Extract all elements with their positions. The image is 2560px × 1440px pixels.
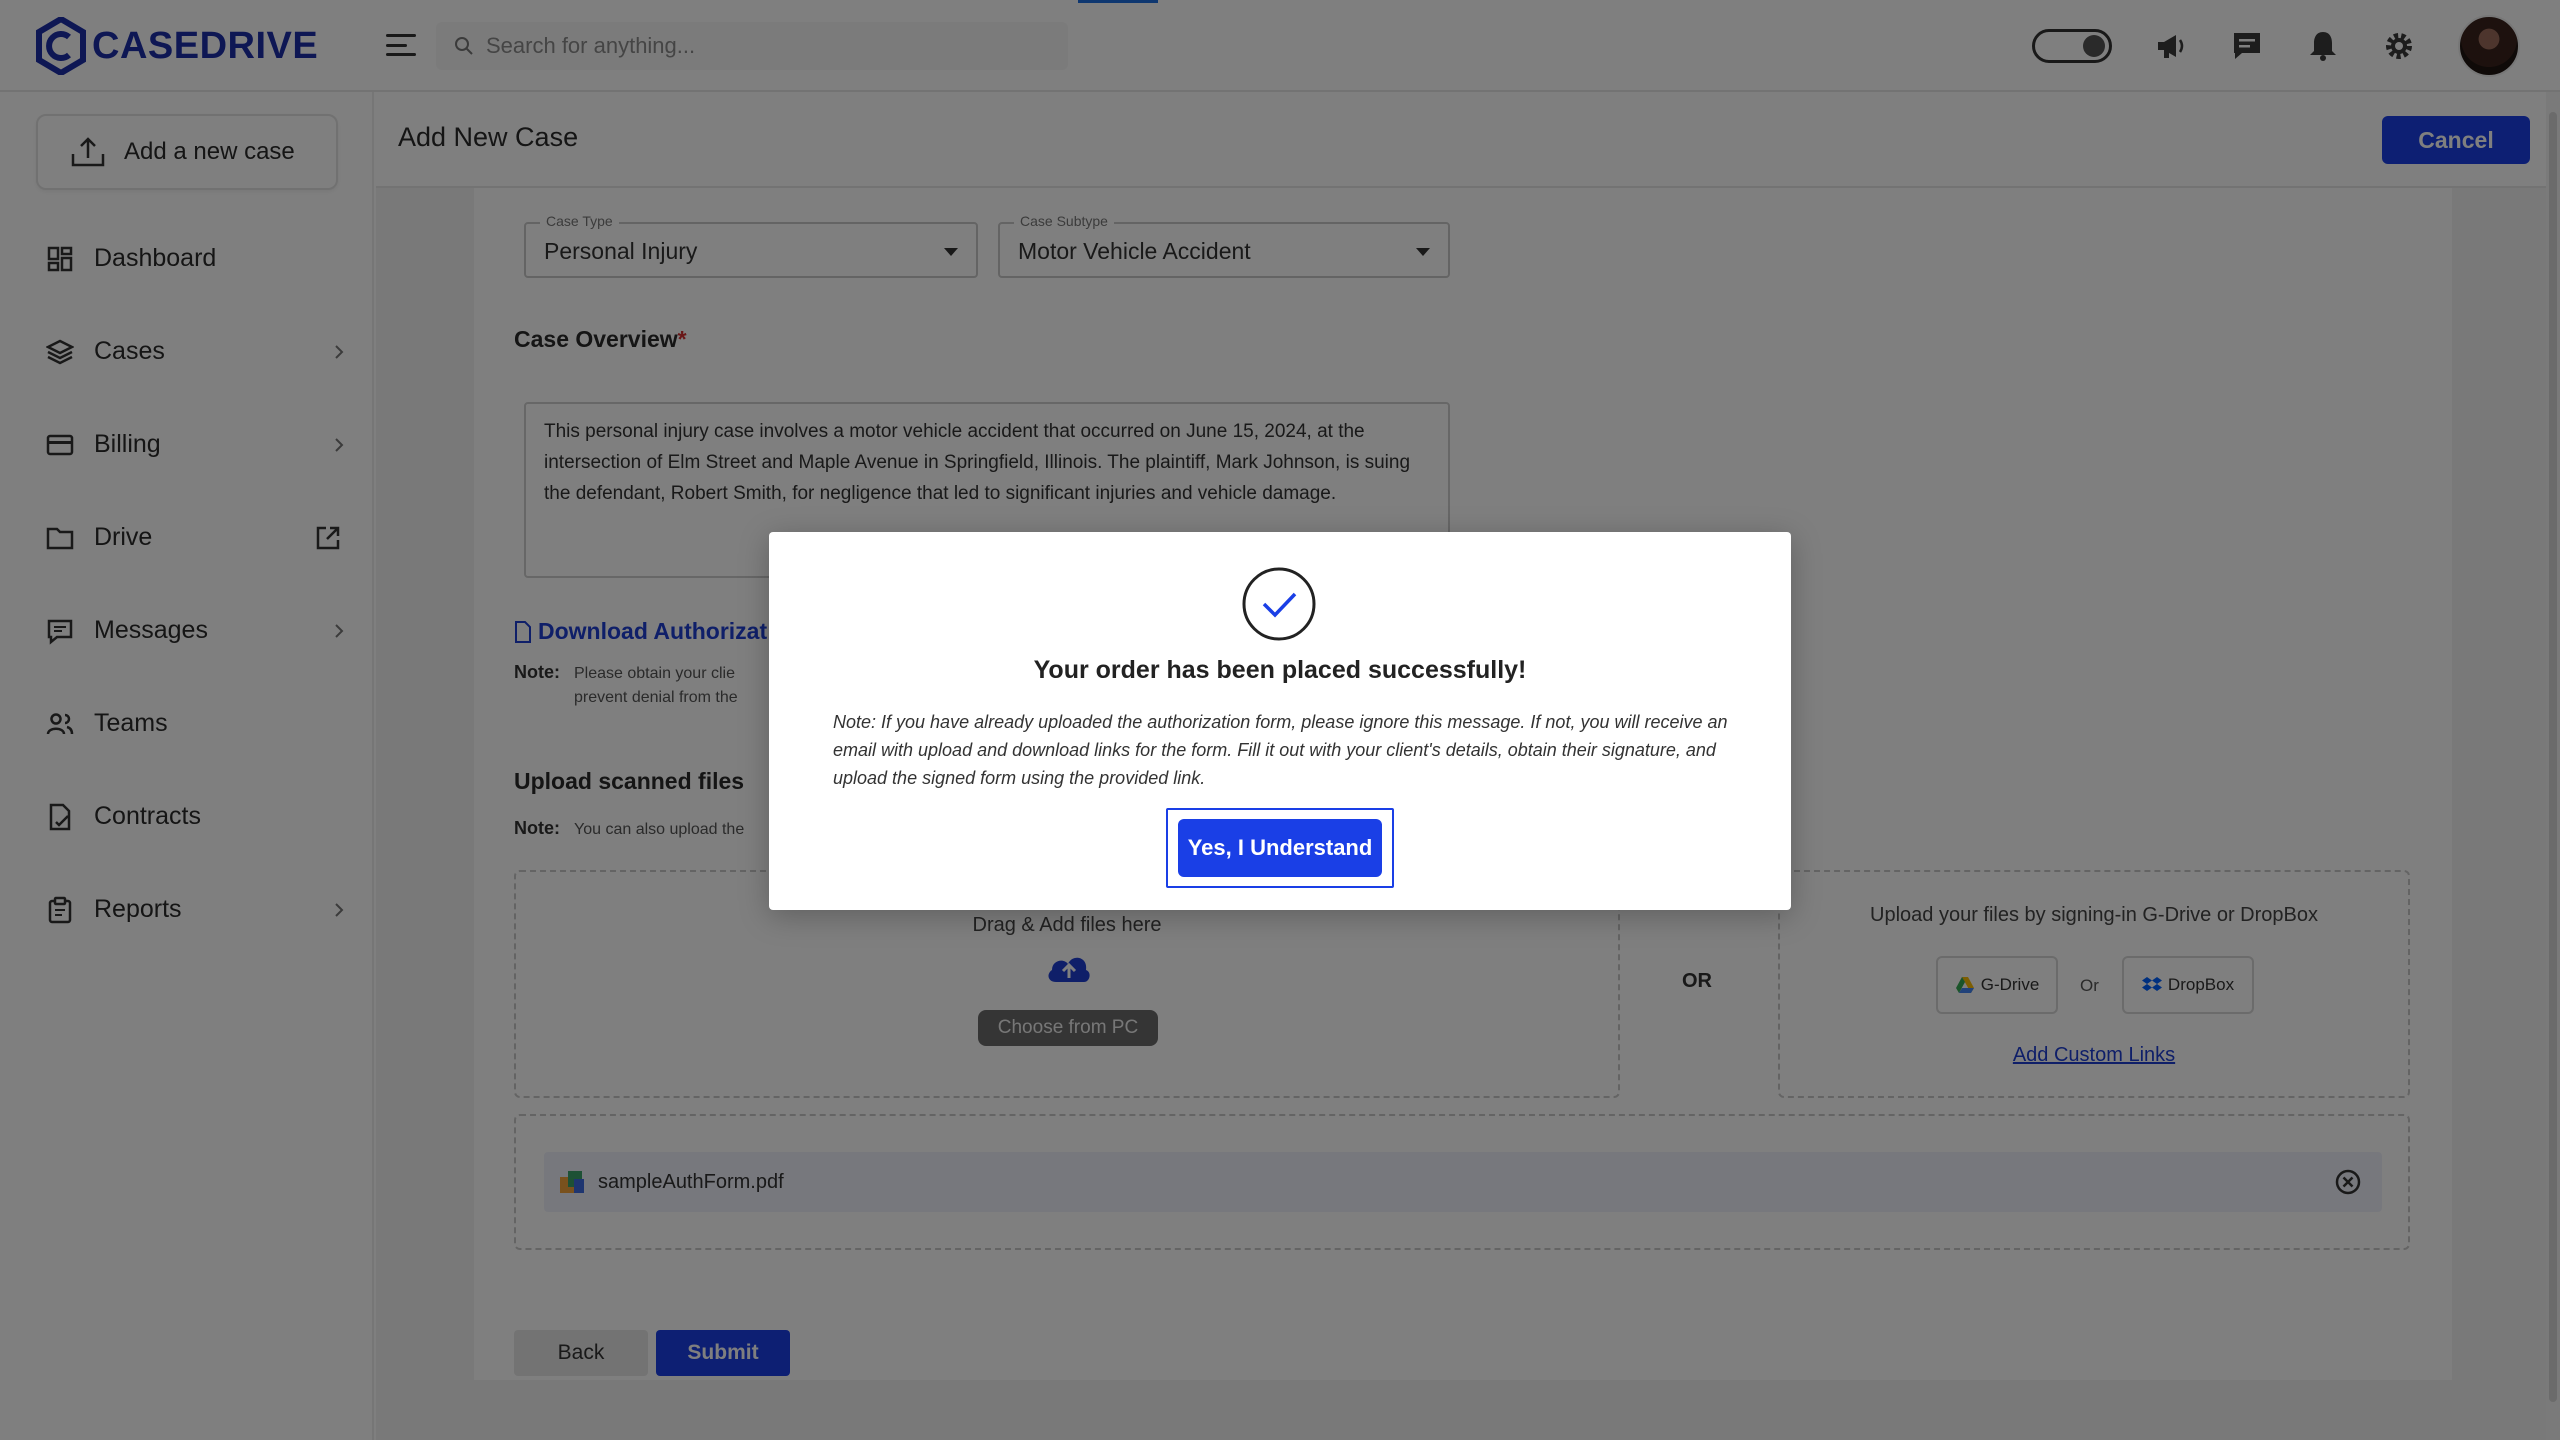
dialog-note: Note: If you have already uploaded the a… [833, 712, 1728, 788]
check-circle-icon [1242, 567, 1316, 641]
focus-ring: Yes, I Understand [1166, 808, 1394, 888]
dialog-title: Your order has been placed successfully! [1033, 656, 1527, 684]
success-dialog: Your order has been placed successfully!… [769, 532, 1791, 910]
yes-understand-button[interactable]: Yes, I Understand [1178, 819, 1382, 877]
